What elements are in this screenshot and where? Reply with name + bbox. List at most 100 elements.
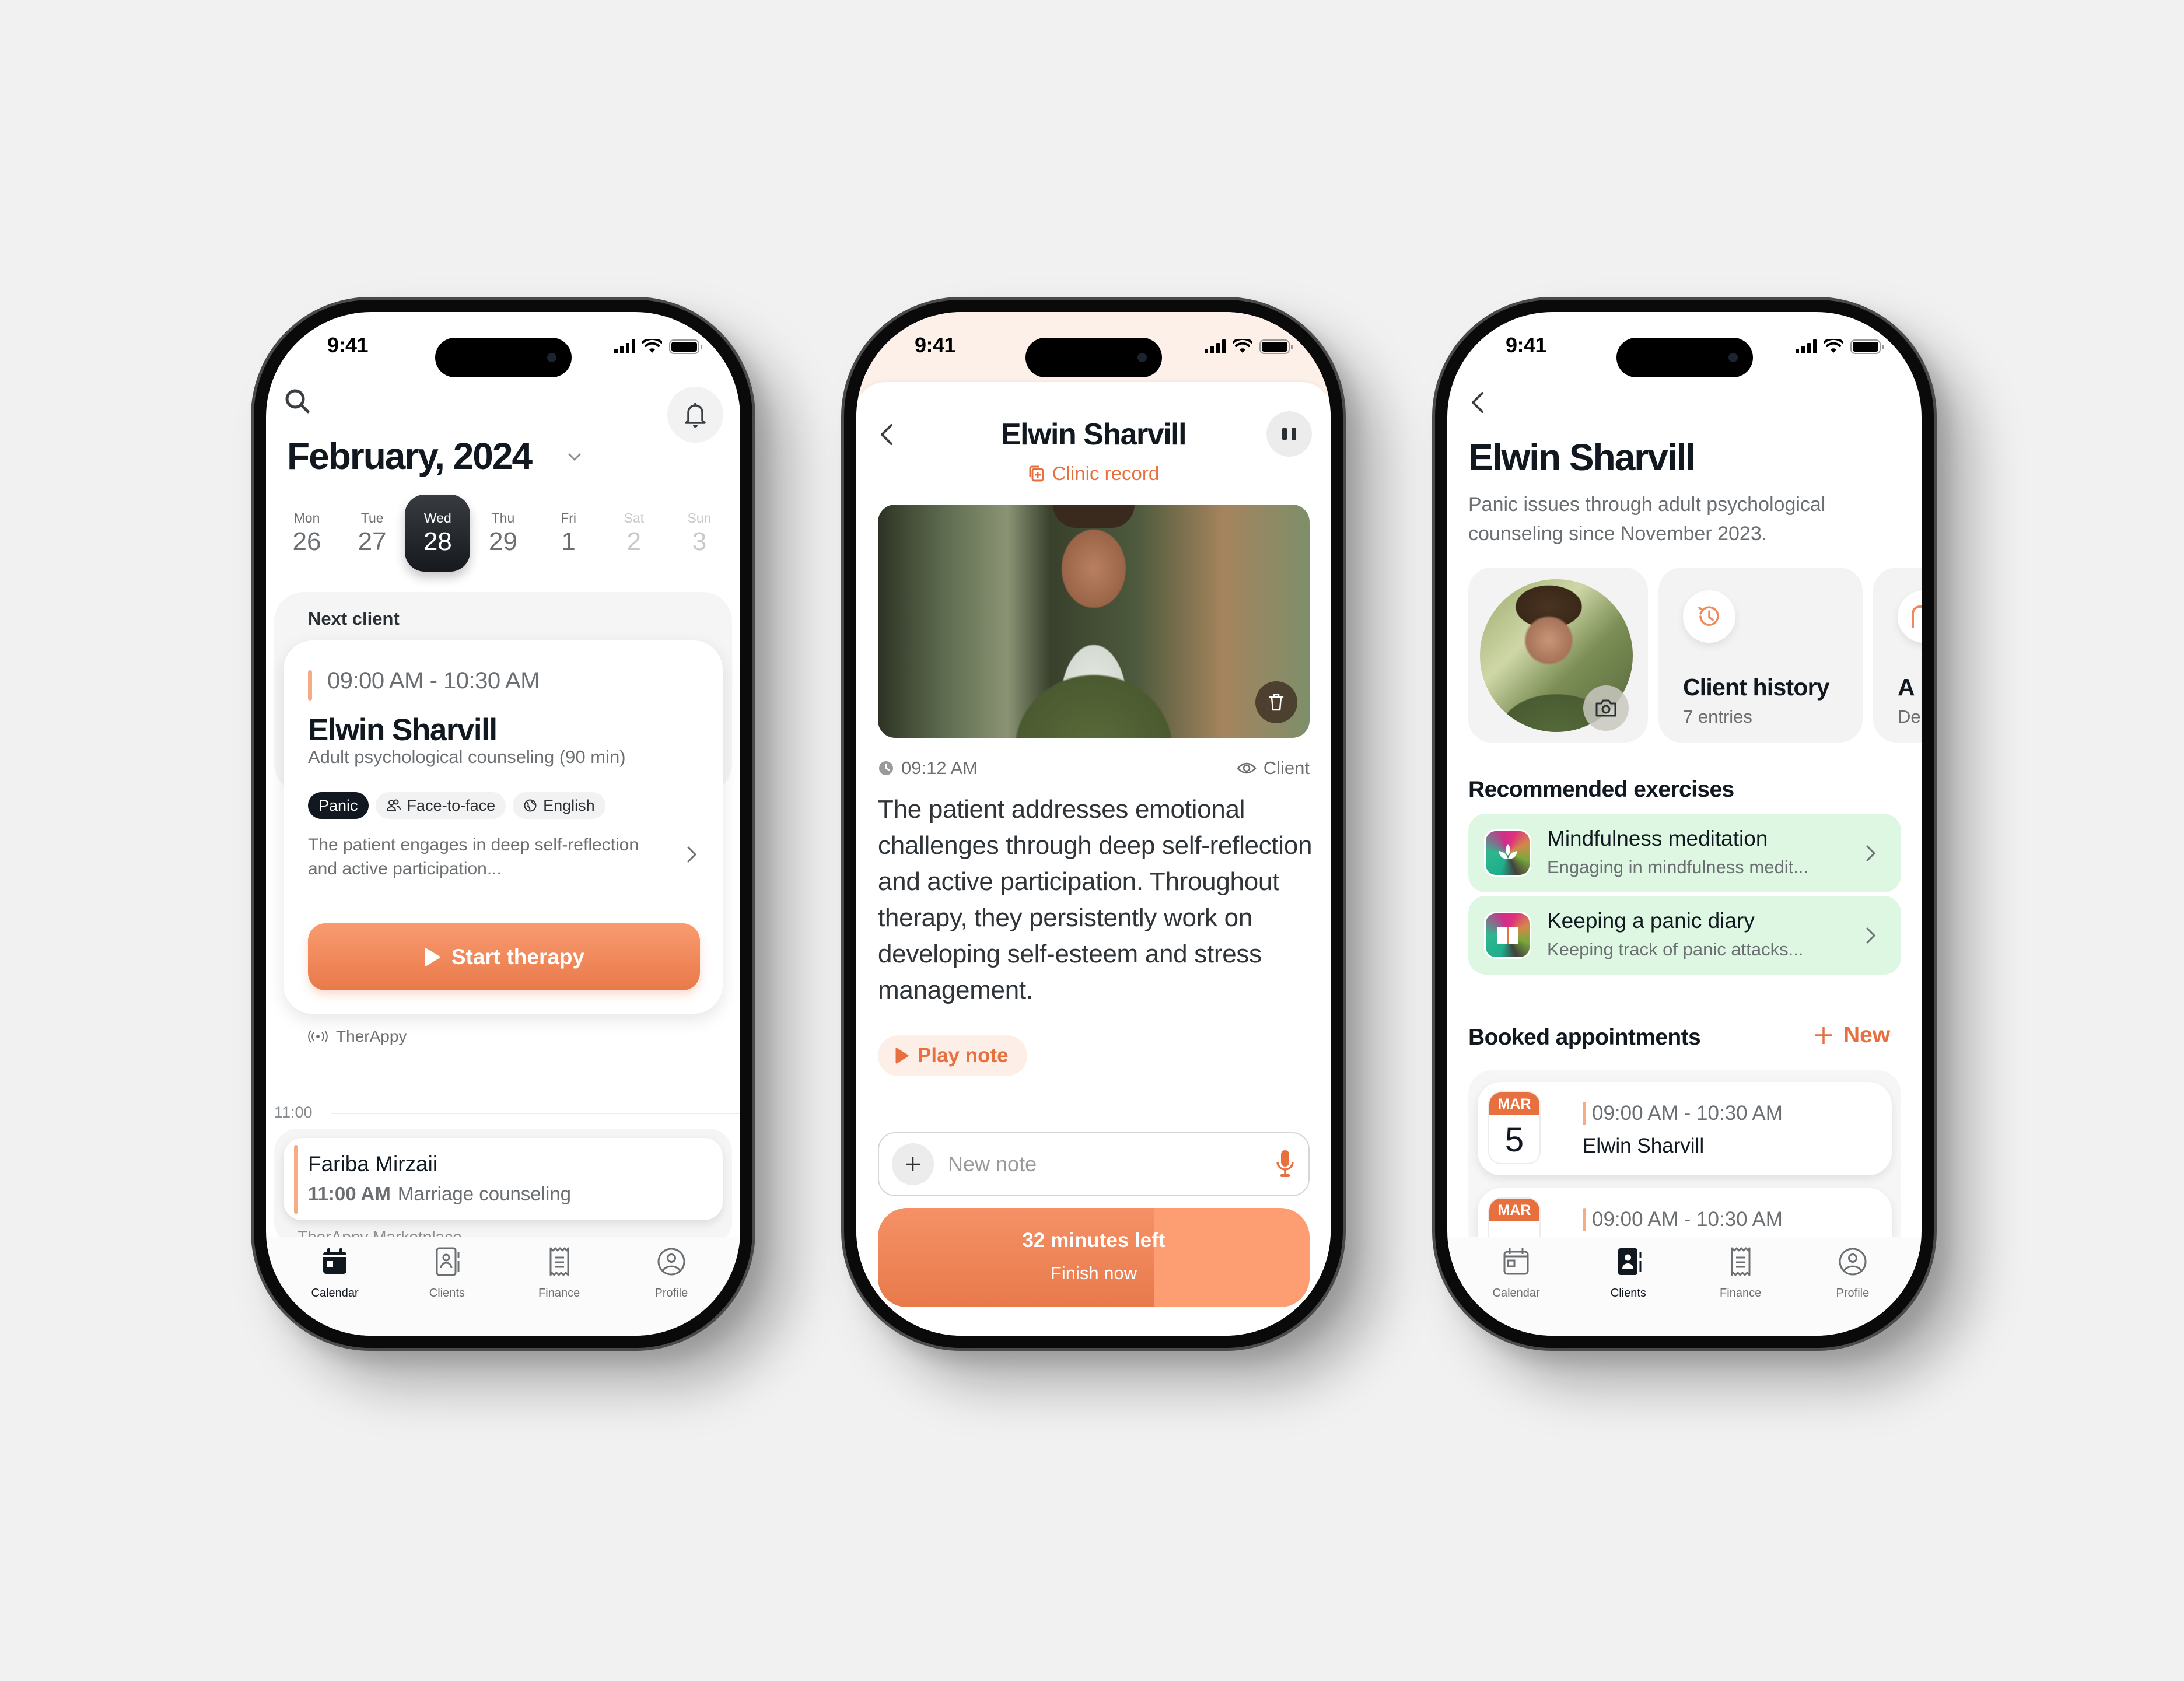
appointment-card[interactable] [284,1138,723,1220]
hour-divider [331,1113,740,1114]
search-icon [285,389,310,414]
history-icon-wrap [1683,590,1735,643]
appointment-accent-bar [294,1145,298,1214]
exercise-item[interactable]: Keeping a panic diary Keeping track of p… [1468,896,1901,975]
book-icon [1484,912,1531,959]
tab-calendar[interactable]: Calendar [1464,1237,1569,1336]
week-strip: Mon 26 Tue 27 Wed 28 Thu 29 Fri 1 Sat 2 Sun 3 [274,495,732,572]
appointment-source-clipped: TherAppy Marketplace [298,1228,462,1237]
new-note-input[interactable] [948,1152,1261,1176]
tab-profile[interactable]: Profile [619,1237,724,1336]
microphone-icon[interactable] [1275,1149,1296,1179]
phone-session: 9:41 Elwin Sharvill Clinic record 09:12 … [841,297,1346,1351]
note-timestamp: 09:12 AM [878,758,978,779]
client-history-title: Client history [1683,674,1830,701]
appointment-client-name: Fariba Mirzaii [308,1152,438,1176]
dynamic-island [1616,338,1753,377]
history-icon [1698,606,1719,626]
time-accent-bar [308,670,312,701]
start-therapy-button[interactable]: Start therapy [308,923,700,990]
status-time: 9:41 [915,333,956,357]
day-sun[interactable]: Sun 3 [667,495,732,572]
next-client-name: Elwin Sharvill [308,713,498,747]
plus-icon [906,1157,920,1171]
tab-bar: Calendar Clients Finance Profile [266,1237,740,1336]
session-client-name: Elwin Sharvill [1000,418,1187,451]
session-screen: 9:41 Elwin Sharvill Clinic record 09:12 … [856,312,1331,1336]
camera-icon [1595,699,1616,717]
play-icon [425,948,440,966]
month-title[interactable]: February, 2024 [287,435,533,478]
battery-icon [669,339,702,354]
trash-icon [1269,694,1284,711]
new-note-field [878,1132,1310,1196]
recommended-heading: Recommended exercises [1468,777,1734,802]
phone-calendar: 9:41 February, 2024 Mon 26 Tue 27 Wed 28 Th… [251,297,755,1351]
bell-icon [685,403,706,428]
time-left-label: 32 minutes left [1022,1229,1166,1252]
third-card-sub: De [1898,706,1921,727]
change-photo-button[interactable] [1583,685,1629,731]
tab-profile[interactable]: Profile [1800,1237,1905,1336]
contacts-icon [1618,1248,1642,1275]
chevron-right-icon[interactable] [682,843,700,866]
status-icons [1796,338,1884,355]
day-wed-selected[interactable]: Wed 28 [405,495,471,572]
appointment-details: 11:00 AM Marriage counseling [308,1183,572,1204]
status-time: 9:41 [1506,333,1547,357]
tab-clients[interactable]: Clients [1576,1237,1681,1336]
tag-english: English [513,792,606,819]
day-sat[interactable]: Sat 2 [601,495,667,572]
tab-finance[interactable]: Finance [1688,1237,1793,1336]
client-photo [878,505,1310,738]
play-icon [895,1048,909,1064]
clock-icon [879,761,893,775]
back-button[interactable] [1466,385,1489,420]
client-history-count: 7 entries [1683,706,1752,727]
notifications-button[interactable] [667,387,723,443]
booked-heading: Booked appointments [1468,1025,1701,1050]
tab-clients[interactable]: Clients [394,1237,499,1336]
exercise-item[interactable]: Mindfulness meditation Engaging in mindf… [1468,814,1901,892]
calendar-icon [1503,1248,1529,1275]
tab-bar: Calendar Clients Finance Profile [1447,1237,1922,1336]
wifi-icon [642,339,662,353]
battery-icon [1850,339,1884,354]
chevron-right-icon [1866,845,1876,861]
next-client-time: 09:00 AM - 10:30 AM [327,668,540,694]
note-meta: 09:12 AM Client [878,758,1310,779]
tag-panic: Panic [308,792,369,819]
status-icons [1205,338,1293,355]
clinic-record-link[interactable]: Clinic record [856,463,1331,485]
client-description: Panic issues through adult psychological… [1468,493,1826,545]
third-card-title: A [1898,674,1915,701]
new-appointment-button[interactable]: New [1813,1022,1890,1048]
status-time: 9:41 [327,333,369,357]
play-note-button[interactable]: Play note [878,1035,1027,1076]
calendar-icon [323,1248,347,1274]
note-visibility[interactable]: Client [1237,758,1310,779]
medical-record-icon [1029,465,1044,482]
booking-card[interactable]: MAR 5 09:00 AM - 10:30 AM Elwin Sharvill [1478,1082,1892,1175]
tag-face-to-face: Face-to-face [375,792,506,819]
day-mon[interactable]: Mon 26 [274,495,340,572]
calendar-screen: 9:41 February, 2024 Mon 26 Tue 27 Wed 28 Th… [266,312,740,1336]
search-button[interactable] [281,385,316,420]
signal-icon [1796,339,1817,353]
tab-finance[interactable]: Finance [507,1237,612,1336]
profile-icon [1839,1248,1867,1276]
day-thu[interactable]: Thu 29 [470,495,536,572]
pause-button[interactable] [1266,411,1312,457]
add-attachment-button[interactable] [892,1143,934,1185]
finish-now-button[interactable]: 32 minutes left Finish now [878,1208,1310,1307]
delete-photo-button[interactable] [1255,681,1297,723]
pause-icon [1282,428,1287,440]
battery-icon [1259,339,1293,354]
lotus-icon [1484,829,1531,877]
day-tue[interactable]: Tue 27 [340,495,405,572]
tab-calendar[interactable]: Calendar [282,1237,387,1336]
next-client-service: Adult psychological counseling (90 min) [308,747,626,767]
day-fri[interactable]: Fri 1 [536,495,601,572]
chevron-down-icon[interactable] [565,447,584,467]
source-label: TherAppy [308,1027,407,1046]
